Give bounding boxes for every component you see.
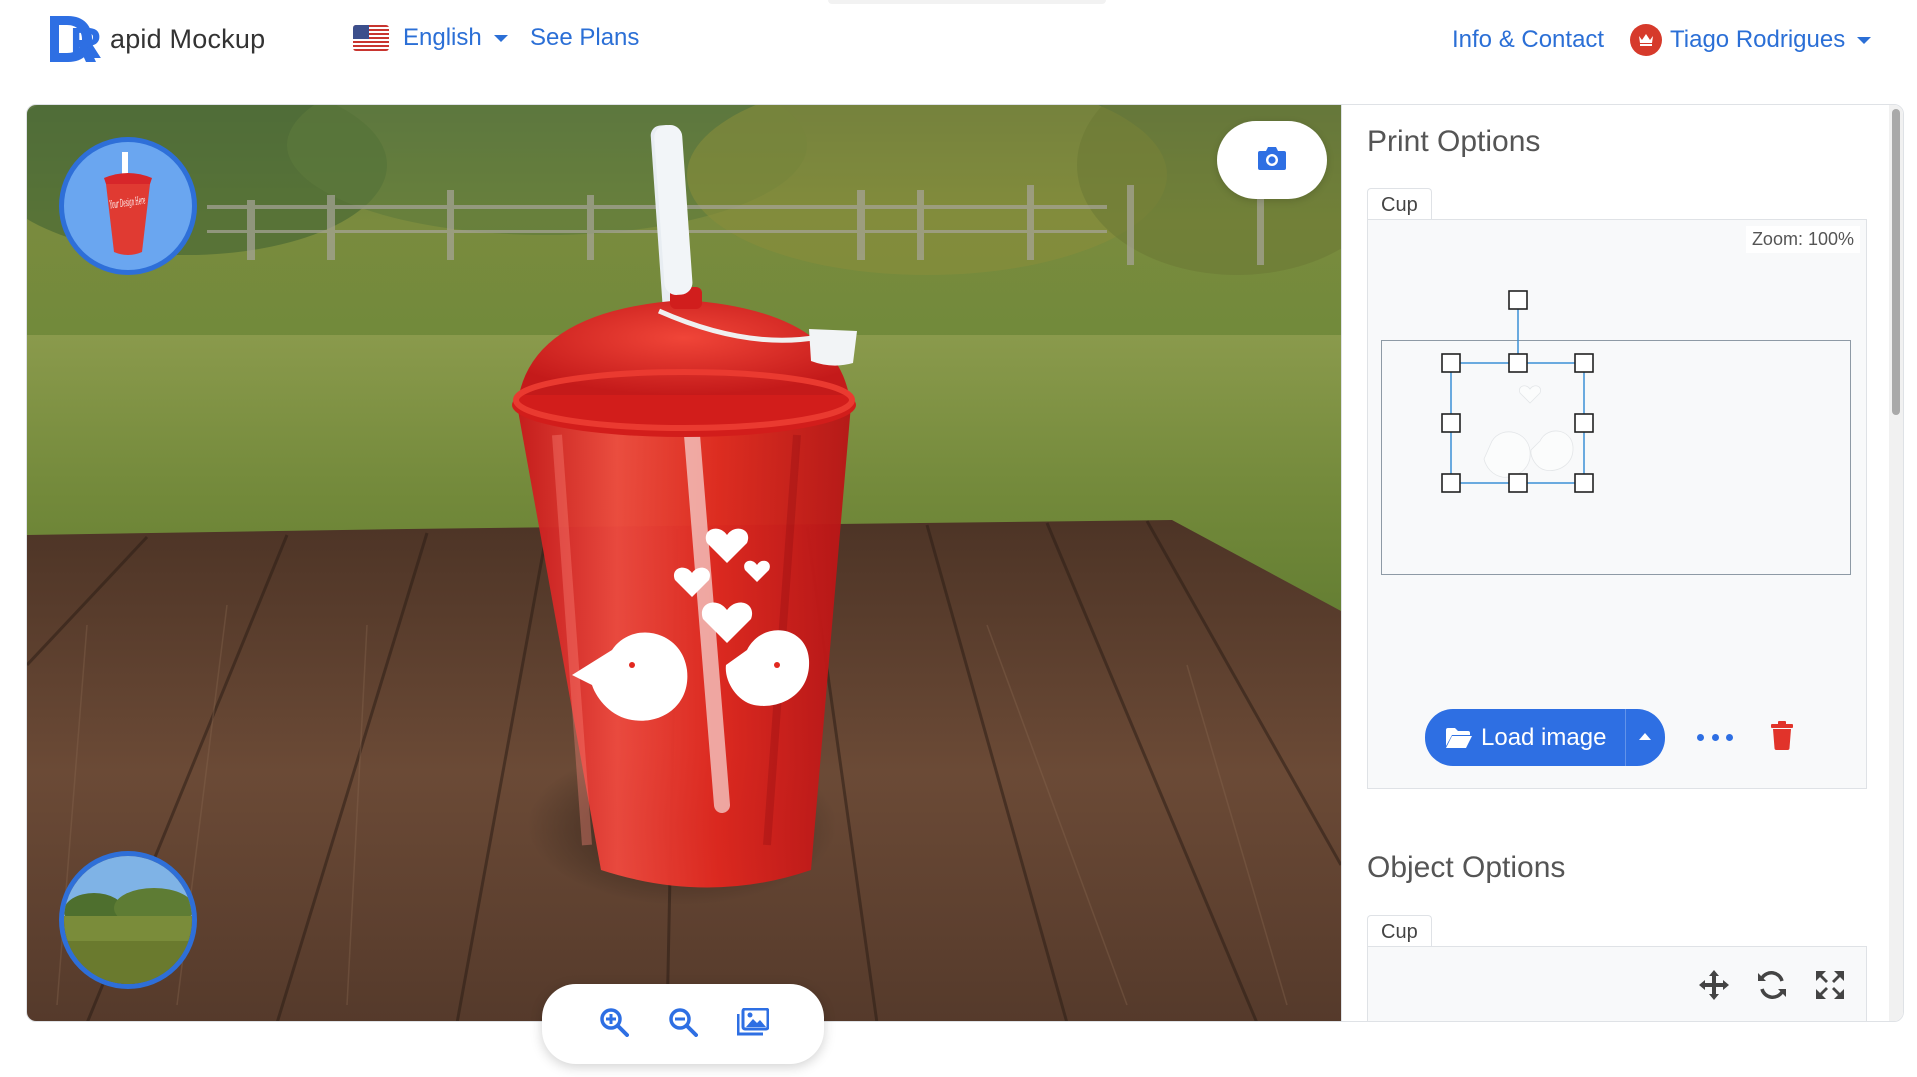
zoom-out-button[interactable] xyxy=(663,1004,703,1044)
top-peek-element xyxy=(828,0,1106,4)
user-dropdown[interactable]: Tiago Rodrigues xyxy=(1630,24,1872,56)
zoom-in-button[interactable] xyxy=(594,1004,634,1044)
brand-logo[interactable]: R apid Mockup xyxy=(48,14,266,68)
scale-button[interactable] xyxy=(1814,969,1846,1001)
scrollbar-thumb[interactable] xyxy=(1892,109,1900,415)
rotate-button[interactable] xyxy=(1756,969,1788,1001)
background-gallery-button[interactable] xyxy=(733,1004,773,1044)
trash-icon xyxy=(1770,721,1794,754)
zoom-out-icon xyxy=(668,1007,698,1042)
transform-handles[interactable] xyxy=(1368,220,1868,520)
zoom-toolbar xyxy=(542,984,824,1064)
us-flag-icon xyxy=(353,25,389,51)
object-options-title: Object Options xyxy=(1367,851,1566,884)
print-editor: Zoom: 100% Load image xyxy=(1367,219,1867,789)
cup-model-thumbnail[interactable]: Your Design Here xyxy=(59,137,197,275)
options-panel: Print Options Cup Zoom: 100% Load image … xyxy=(1341,105,1903,1021)
screenshot-button[interactable] xyxy=(1217,121,1327,199)
panel-scrollbar[interactable] xyxy=(1889,105,1903,1021)
more-options-button[interactable] xyxy=(1697,725,1733,749)
rotate-icon xyxy=(1756,971,1788,1005)
scene-render xyxy=(27,105,1341,1021)
user-name: Tiago Rodrigues xyxy=(1670,26,1846,53)
chevron-up-icon[interactable] xyxy=(1639,733,1651,740)
tab-object-cup[interactable]: Cup xyxy=(1367,915,1432,947)
see-plans-link[interactable]: See Plans xyxy=(530,24,639,52)
3d-viewer[interactable]: Your Design Here xyxy=(27,105,1341,1021)
info-contact-link[interactable]: Info & Contact xyxy=(1452,26,1604,54)
chevron-down-icon xyxy=(1857,36,1872,44)
load-image-button[interactable]: Load image xyxy=(1425,709,1665,766)
expand-arrows-icon xyxy=(1814,971,1846,1005)
ellipsis-icon xyxy=(1697,733,1704,741)
avatar xyxy=(1630,24,1662,56)
folder-open-icon xyxy=(1445,727,1473,749)
language-dropdown[interactable]: English xyxy=(353,24,508,52)
zoom-in-icon xyxy=(599,1007,629,1042)
language-label: English xyxy=(403,24,482,51)
chevron-down-icon xyxy=(493,34,508,42)
camera-icon xyxy=(1257,145,1287,176)
split-divider xyxy=(1625,709,1626,766)
move-arrows-icon xyxy=(1698,970,1730,1005)
move-button[interactable] xyxy=(1698,969,1730,1001)
print-options-title: Print Options xyxy=(1367,125,1541,158)
navbar: R apid Mockup English See Plans Info & C… xyxy=(0,0,1917,80)
image-gallery-icon xyxy=(736,1007,769,1041)
rapid-mockup-logo-icon: R xyxy=(48,14,108,68)
brand-text: apid Mockup xyxy=(110,23,266,54)
brand-letter: R xyxy=(70,19,102,64)
object-editor xyxy=(1367,946,1867,1021)
delete-image-button[interactable] xyxy=(1770,720,1794,755)
load-image-label: Load image xyxy=(1481,723,1607,751)
tab-print-cup[interactable]: Cup xyxy=(1367,188,1432,220)
environment-thumbnail[interactable] xyxy=(59,851,197,989)
editor-card: Your Design Here Print Options Cup Zoom:… xyxy=(26,104,1904,1022)
